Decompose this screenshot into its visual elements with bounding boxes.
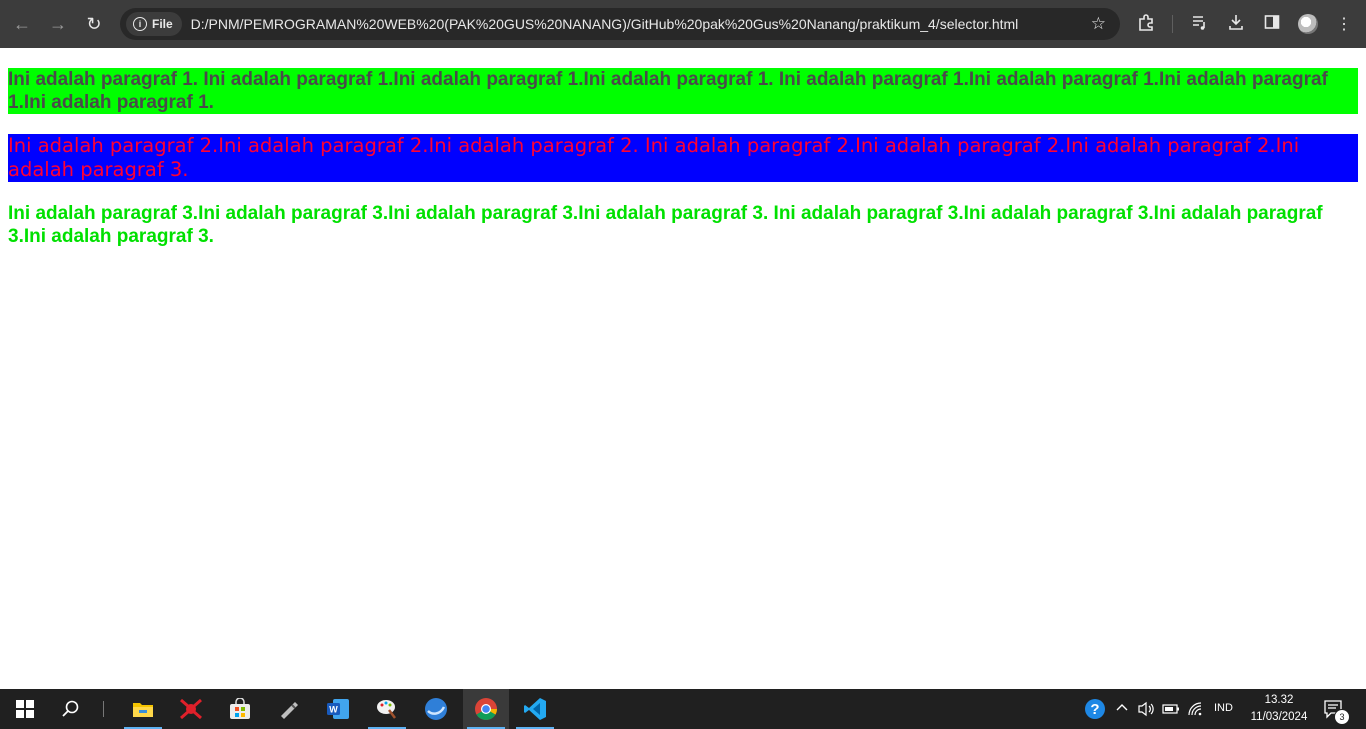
usb-tool-icon	[281, 702, 298, 719]
media-controls-button[interactable]	[1184, 8, 1216, 40]
paragraph-1: Ini adalah paragraf 1. Ini adalah paragr…	[8, 68, 1358, 114]
extensions-button[interactable]	[1130, 8, 1162, 40]
help-icon: ?	[1085, 699, 1105, 719]
taskbar-app-red[interactable]	[168, 689, 214, 729]
url-text[interactable]: D:/PNM/PEMROGRAMAN%20WEB%20(PAK%20GUS%20…	[191, 16, 1019, 32]
vertical-dots-icon: ⋮	[1336, 16, 1352, 33]
arrow-left-icon: ←	[13, 13, 31, 34]
paragraph-2: Ini adalah paragraf 2.Ini adalah paragra…	[8, 134, 1358, 182]
network-button[interactable]	[1187, 701, 1205, 722]
taskbar-store[interactable]	[217, 689, 263, 729]
browser-menu-button[interactable]: ⋮	[1328, 8, 1360, 40]
playlist-icon	[1191, 13, 1209, 36]
browser-toolbar: ← → ↻ i File D:/PNM/PEMROGRAMAN%20WEB%20…	[0, 0, 1366, 48]
forward-button[interactable]: →	[42, 8, 74, 40]
taskbar-word[interactable]: W	[315, 689, 361, 729]
taskbar-vscode[interactable]	[512, 689, 558, 729]
taskbar-usb-tool[interactable]	[266, 689, 312, 729]
search-icon	[62, 700, 79, 717]
profile-avatar[interactable]	[1298, 14, 1318, 34]
windows-start-icon	[16, 700, 34, 718]
speaker-icon	[1138, 701, 1154, 717]
app-blue-icon	[425, 698, 447, 720]
site-chip-label: File	[152, 17, 173, 31]
chevron-up-icon	[1116, 704, 1128, 711]
vscode-icon	[524, 698, 546, 720]
folder-icon	[133, 703, 153, 717]
reload-icon: ↻	[86, 13, 102, 34]
taskbar-file-explorer[interactable]	[120, 689, 166, 729]
downloads-button[interactable]	[1220, 8, 1252, 40]
clock[interactable]: 13.32 11/03/2024	[1248, 692, 1310, 726]
store-icon	[230, 698, 250, 719]
address-bar[interactable]: i File D:/PNM/PEMROGRAMAN%20WEB%20(PAK%2…	[120, 8, 1120, 40]
toolbar-divider	[1172, 15, 1173, 33]
app-red-icon	[180, 698, 202, 720]
taskbar: W ? IND 13.32 11/03/2024 3	[0, 689, 1366, 729]
taskbar-chrome[interactable]	[463, 689, 509, 729]
language-indicator[interactable]: IND	[1214, 702, 1233, 714]
side-panel-icon	[1263, 13, 1281, 36]
start-button[interactable]	[2, 689, 48, 729]
info-icon: i	[133, 17, 147, 31]
svg-text:W: W	[329, 705, 338, 715]
chrome-icon	[475, 698, 497, 720]
bookmark-star-icon[interactable]: ☆	[1091, 14, 1106, 34]
side-panel-button[interactable]	[1256, 8, 1288, 40]
taskbar-divider	[103, 701, 104, 717]
back-button[interactable]: ←	[6, 8, 38, 40]
svg-text:?: ?	[1090, 701, 1099, 718]
battery-button[interactable]	[1162, 702, 1180, 721]
search-button[interactable]	[48, 689, 94, 729]
clock-date: 11/03/2024	[1250, 711, 1308, 723]
battery-icon	[1162, 704, 1179, 714]
taskbar-app-blue[interactable]	[413, 689, 459, 729]
paint-icon	[377, 700, 396, 719]
wifi-icon	[1188, 702, 1202, 716]
taskbar-paint[interactable]	[364, 689, 410, 729]
word-icon: W	[327, 699, 349, 719]
notification-badge: 3	[1334, 709, 1350, 725]
site-info-chip[interactable]: i File	[126, 12, 182, 36]
paragraph-3: Ini adalah paragraf 3.Ini adalah paragra…	[8, 203, 1323, 247]
volume-button[interactable]	[1137, 701, 1155, 722]
download-icon	[1227, 13, 1245, 36]
page-content: Ini adalah paragraf 1. Ini adalah paragr…	[8, 68, 1358, 248]
puzzle-icon	[1137, 13, 1155, 36]
arrow-right-icon: →	[49, 13, 67, 34]
help-button[interactable]: ?	[1084, 698, 1106, 725]
clock-time: 13.32	[1264, 694, 1294, 706]
reload-button[interactable]: ↻	[78, 8, 110, 40]
show-hidden-icons-button[interactable]	[1115, 700, 1129, 719]
